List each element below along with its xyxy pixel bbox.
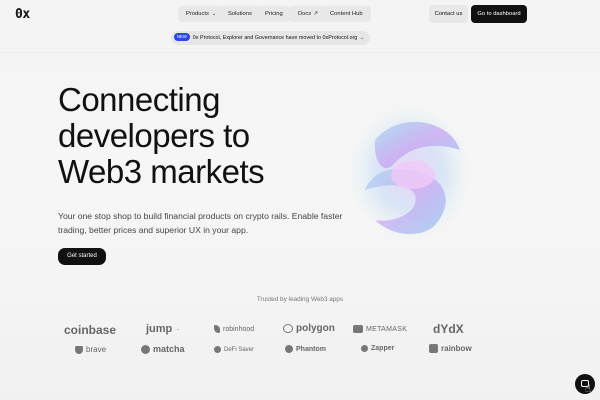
chevron-down-icon: ⌄ [211,11,217,17]
dydx-logo: dYdX [433,322,464,336]
phantom-logo: Phantom [285,345,326,353]
nav-item-content-hub[interactable]: Content Hub [322,6,371,22]
fox-icon [353,325,363,333]
metamask-logo: METAMASK [353,325,407,333]
rainbow-logo: rainbow [429,344,472,353]
nav-item-label: Products [186,11,209,17]
polygon-icon [283,324,293,333]
trusted-by-label: Trusted by leading Web3 apps [256,296,344,303]
brand-name: jump [146,323,173,335]
nav-item-label: Solutions [228,11,252,17]
lion-icon [75,345,83,354]
defi-saver-logo: DeFi Saver [214,346,254,353]
external-link-icon: ↗ [313,11,319,17]
ghost-icon [285,345,293,353]
header-divider [0,52,600,53]
jump-logo: jump... [146,323,180,335]
hero-subtitle: Your one stop shop to build financial pr… [58,211,343,235]
hero-orb-illustration [348,105,472,241]
hero-title-line: developers to [58,117,250,154]
new-badge: NEW [174,33,190,41]
matcha-icon [141,344,150,354]
bolt-icon [361,345,368,352]
robinhood-logo: robinhood [214,325,254,333]
get-started-button[interactable]: Get started [58,248,106,265]
brave-logo: brave [75,345,106,354]
nav-item-solutions[interactable]: Solutions [220,6,260,22]
brand-name: Zapper [371,345,395,352]
coinbase-logo: coinbase [64,323,116,337]
brand-name: polygon [296,323,335,334]
hero-title-line: Web3 markets [58,153,265,190]
top-nav: 0x Products ⌄ Solutions Pricing Docs ↗ Con… [0,0,600,28]
nav-item-label: Docs [298,11,312,17]
brand-name: dYdX [433,322,464,336]
brand-name: DeFi Saver [224,346,255,353]
logo[interactable]: 0x [15,7,30,22]
brand-name: robinhood [223,325,255,333]
hero-title: Connecting developers to Web3 markets [58,82,358,190]
nav-item-label: Content Hub [330,11,363,17]
brand-name: matcha [153,344,185,354]
hero-title-line: Connecting [58,81,220,118]
brand-name: coinbase [64,323,117,337]
nav-item-docs[interactable]: Docs ↗ [290,6,327,22]
shield-icon [214,346,221,353]
brand-name: Phantom [296,345,326,353]
contact-us-button[interactable]: Contact us [429,5,468,23]
polygon-logo: polygon [283,323,335,334]
nav-item-products[interactable]: Products ⌄ [178,6,225,22]
brand-name: rainbow [441,344,472,353]
announcement-banner[interactable]: NEW 0x Protocol, Explorer and Governance … [171,31,370,45]
brand-name: brave [86,345,107,354]
feather-icon [214,325,220,333]
hand-cursor-icon: ☝ [585,384,592,395]
nav-item-pricing[interactable]: Pricing [257,6,291,22]
rainbow-icon [429,344,438,353]
zapper-logo: Zapper [361,345,394,352]
arrow-right-icon: → [359,35,365,41]
announcement-text: 0x Protocol, Explorer and Governance hav… [192,35,358,41]
matcha-logo: matcha [141,344,185,354]
brand-name: METAMASK [366,325,408,333]
nav-item-label: Pricing [265,11,283,17]
go-to-dashboard-button[interactable]: Go to dashboard [471,5,527,23]
